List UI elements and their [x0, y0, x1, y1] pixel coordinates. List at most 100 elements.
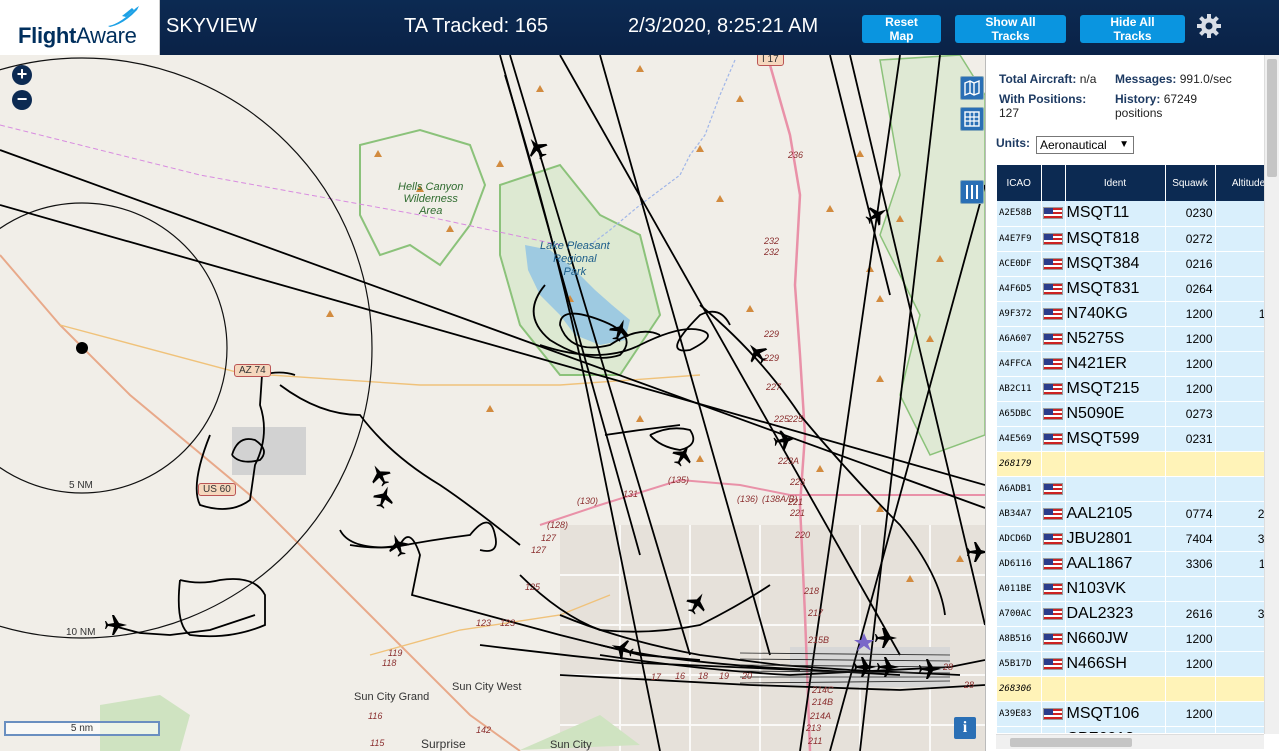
grid-icon — [964, 111, 980, 127]
cell-flag — [1041, 626, 1066, 652]
cell-ident: MSQT215 — [1065, 376, 1166, 402]
cell-icao: A4E7F9 — [997, 226, 1042, 252]
route-label: 115 — [370, 738, 385, 748]
gear-icon[interactable] — [1196, 13, 1222, 39]
top-header: FlightAware SKYVIEW TA Tracked: 165 2/3/… — [0, 0, 1279, 55]
show-all-tracks-button[interactable]: Show All Tracks — [955, 15, 1066, 43]
route-label: 225 — [774, 414, 790, 424]
cell-icao: A5B17D — [997, 651, 1042, 677]
table-row[interactable]: AB34A7 AAL2105077420,525 — [997, 501, 1265, 527]
cell-icao: A6A607 — [997, 326, 1042, 352]
route-label: 119 — [388, 648, 403, 658]
table-row[interactable]: A9F372 N740KG120011,200 — [997, 301, 1265, 327]
col-altitude[interactable]: Altitude (ft) — [1215, 165, 1265, 201]
aircraft-table-wrap[interactable]: ICAO Ident Squawk Altitude (ft) A2E58B MS… — [997, 165, 1265, 733]
scroll-thumb[interactable] — [1010, 738, 1132, 747]
cell-ident: JBU2801 — [1065, 526, 1166, 552]
cell-ident: N660JW — [1065, 626, 1166, 652]
cell-flag — [1041, 601, 1066, 627]
cell-icao: A9F372 — [997, 301, 1042, 327]
flightaware-logo[interactable]: FlightAware — [0, 0, 160, 55]
col-ident[interactable]: Ident — [1065, 165, 1166, 201]
zoom-out-button[interactable]: − — [12, 90, 32, 110]
cell-flag — [1041, 451, 1066, 477]
table-row[interactable]: AB2C11 MSQT21512003,675 — [997, 376, 1265, 402]
hide-all-tracks-button[interactable]: Hide All Tracks — [1080, 15, 1185, 43]
route-label: 123 — [500, 618, 516, 628]
route-label: 127 — [531, 545, 547, 555]
us-flag-icon — [1042, 307, 1063, 320]
grid-toggle-icon[interactable] — [960, 107, 984, 131]
table-row[interactable]: A4E569 MSQT59902314,800 — [997, 426, 1265, 452]
table-row[interactable]: 268179 4,900 — [997, 451, 1265, 477]
col-icao[interactable]: ICAO — [997, 165, 1042, 201]
cell-squawk: 0231 — [1165, 426, 1216, 452]
clock: 2/3/2020, 8:25:21 AM — [628, 15, 819, 37]
cell-squawk: 1200 — [1165, 376, 1216, 402]
columns-icon — [966, 185, 978, 199]
cell-squawk: 1200 — [1165, 326, 1216, 352]
table-row[interactable]: ADCD6D JBU2801740434,000 — [997, 526, 1265, 552]
cell-altitude: 5,775 — [1215, 326, 1265, 352]
table-row[interactable]: A011BE N103VK 2,600 — [997, 576, 1265, 602]
range-label-5nm: 5 NM — [69, 480, 93, 491]
table-row[interactable]: A1D105 CPZ6018265332,000 — [997, 726, 1265, 733]
table-row[interactable]: AD6116 AAL1867330611,925 — [997, 551, 1265, 577]
table-row[interactable]: A700AC DAL2323261634,000 — [997, 601, 1265, 627]
vertical-scrollbar[interactable] — [1264, 55, 1279, 734]
route-label: 214C — [812, 685, 834, 695]
receiver-site — [76, 342, 88, 354]
col-flag[interactable] — [1041, 165, 1066, 201]
reset-map-button[interactable]: Reset Map — [862, 15, 941, 43]
table-row[interactable]: 268306 2,300 — [997, 676, 1265, 702]
cell-flag — [1041, 476, 1066, 502]
col-squawk[interactable]: Squawk — [1165, 165, 1216, 201]
aircraft-table: ICAO Ident Squawk Altitude (ft) A2E58B MS… — [997, 165, 1265, 733]
panel-toggle-icon[interactable] — [960, 180, 984, 204]
us-flag-icon — [1042, 232, 1063, 245]
cell-icao: A4F6D5 — [997, 276, 1042, 302]
table-row[interactable]: A39E83 MSQT10612004,300 — [997, 701, 1265, 727]
route-label: 227 — [766, 382, 782, 392]
table-row[interactable]: ACE0DF MSQT38402164,700 — [997, 251, 1265, 277]
place-sun-city-grand: Sun City Grand — [354, 691, 430, 703]
table-row[interactable]: A65DBC N5090E02734,775 — [997, 401, 1265, 427]
route-label: 214A — [810, 711, 832, 721]
cell-ident: N103VK — [1065, 576, 1166, 602]
units-select[interactable]: Aeronautical ▼ — [1036, 136, 1134, 154]
cell-flag — [1041, 726, 1066, 733]
cell-flag — [1041, 401, 1066, 427]
cell-squawk: 0774 — [1165, 501, 1216, 527]
route-label: 225 — [788, 414, 804, 424]
map-layer-icon[interactable] — [960, 76, 984, 100]
cell-flag — [1041, 526, 1066, 552]
cell-altitude: 3,100 — [1215, 276, 1265, 302]
table-row[interactable]: A6A607 N5275S12005,775 — [997, 326, 1265, 352]
table-row[interactable]: A8B516 N660JW12001,800 — [997, 626, 1265, 652]
table-row[interactable]: A4FFCA N421ER12002,700 — [997, 351, 1265, 377]
cell-ident — [1065, 676, 1166, 702]
table-row[interactable]: A5B17D N466SH12003,100 — [997, 651, 1265, 677]
table-row[interactable]: A2E58B MSQT1102304,700 — [997, 201, 1265, 227]
map-view[interactable]: Hells Canyon Wilderness Area Lake Pleasa… — [0, 55, 985, 751]
table-row[interactable]: A6ADB1 3,000 — [997, 476, 1265, 502]
cell-altitude: 11,925 — [1215, 551, 1265, 577]
cell-flag — [1041, 701, 1066, 727]
cell-squawk — [1165, 676, 1216, 702]
cell-icao: A65DBC — [997, 401, 1042, 427]
cell-squawk: 7404 — [1165, 526, 1216, 552]
cell-icao: ACE0DF — [997, 251, 1042, 277]
cell-altitude: 4,300 — [1215, 701, 1265, 727]
horizontal-scrollbar[interactable] — [996, 734, 1264, 749]
info-icon[interactable]: i — [954, 717, 976, 739]
cell-icao: A4E569 — [997, 426, 1042, 452]
zoom-in-button[interactable]: + — [12, 65, 32, 85]
scroll-thumb[interactable] — [1267, 59, 1277, 177]
table-row[interactable]: A4F6D5 MSQT83102643,100 — [997, 276, 1265, 302]
route-label: (136) — [737, 494, 759, 504]
dropdown-arrow-icon: ▼ — [1119, 139, 1129, 150]
table-row[interactable]: A4E7F9 MSQT81802722,900 — [997, 226, 1265, 252]
industrial-area — [232, 427, 306, 475]
cell-ident: MSQT599 — [1065, 426, 1166, 452]
stat-messages: Messages: 991.0/sec — [1115, 72, 1232, 86]
